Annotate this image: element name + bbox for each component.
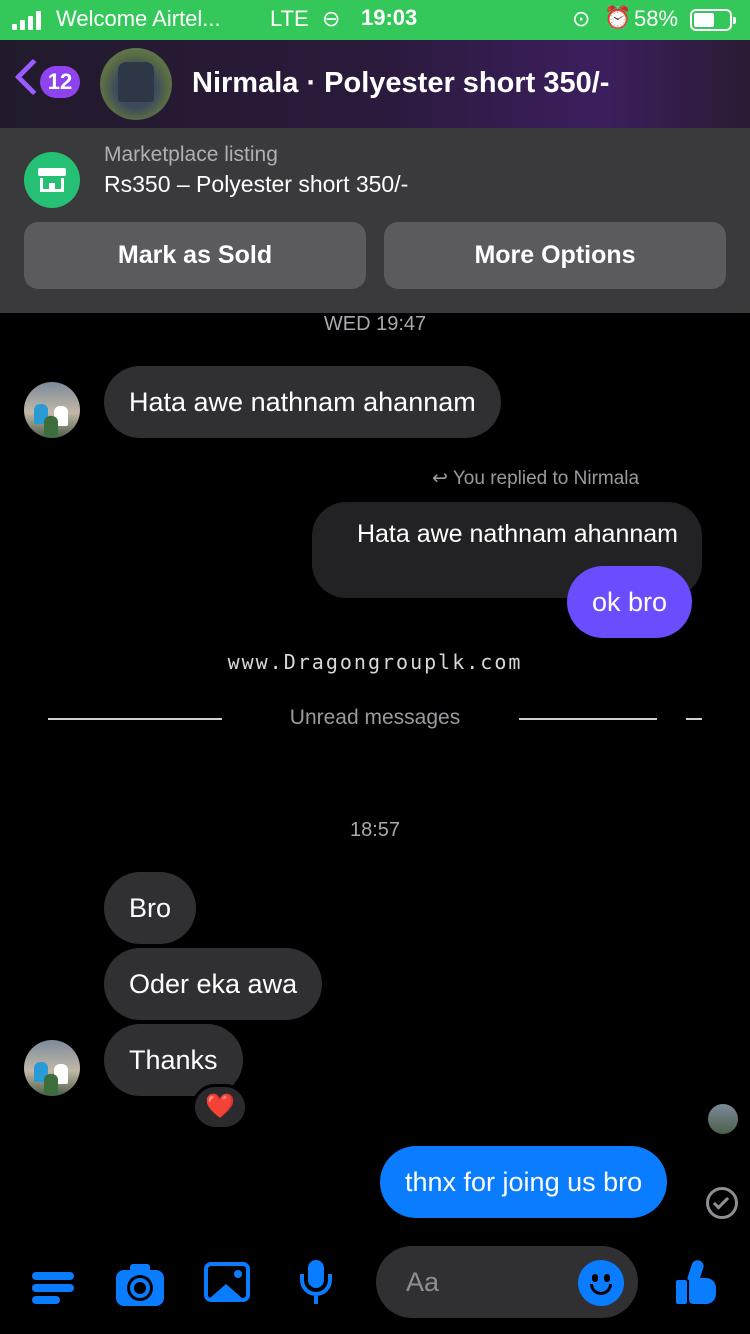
incoming-message[interactable]: Oder eka awa [104, 948, 323, 1020]
signal-icon [12, 10, 41, 30]
unread-count-badge: 12 [40, 66, 80, 98]
clock: 19:03 [361, 5, 418, 30]
battery-percent: 58% [634, 6, 679, 31]
status-bar: Welcome Airtel... LTE ⊖ 19:03 ⊙ ⏰ 58% [0, 0, 750, 40]
listing-avatar[interactable] [100, 48, 172, 120]
store-icon [24, 152, 80, 208]
timestamp: WED 19:47 [323, 313, 427, 335]
menu-icon[interactable] [30, 1258, 80, 1308]
more-options-button[interactable]: More Options [384, 222, 726, 289]
watermark-text: www.Dragongrouplk.com [227, 650, 523, 674]
outgoing-message[interactable]: thnx for joing us bro [380, 1146, 668, 1218]
incoming-message[interactable]: Hata awe nathnam ahannam [104, 366, 501, 438]
replied-text: You replied to Nirmala [452, 468, 640, 489]
divider-end [686, 718, 702, 720]
timestamp: 18:57 [349, 819, 401, 841]
divider-right [519, 718, 657, 720]
contact-avatar[interactable] [24, 382, 80, 438]
link-icon: ⊖ [322, 6, 341, 31]
camera-icon[interactable] [116, 1258, 166, 1308]
carrier-name: Welcome Airtel... [56, 6, 221, 31]
back-button[interactable]: 12 [14, 58, 84, 106]
image-icon[interactable] [204, 1258, 254, 1308]
reply-arrow-icon: ↩ [432, 468, 448, 489]
chat-title[interactable]: Nirmala · Polyester short 350/- [192, 67, 609, 100]
heart-reaction[interactable]: ❤️ [192, 1084, 248, 1130]
network-type: LTE [270, 6, 309, 31]
alarm-icon: ⏰ [604, 5, 632, 30]
listing-label: Marketplace listing [104, 143, 278, 166]
microphone-icon[interactable] [292, 1258, 342, 1308]
mark-as-sold-button[interactable]: Mark as Sold [24, 222, 366, 289]
incoming-message[interactable]: Bro [104, 872, 197, 944]
emoji-icon[interactable] [578, 1260, 624, 1306]
delivered-check-icon [706, 1187, 738, 1219]
contact-avatar[interactable] [24, 1040, 80, 1096]
seen-avatar [708, 1104, 738, 1134]
rotation-lock-icon: ⊙ [572, 6, 591, 31]
marketplace-listing-banner: Marketplace listing Rs350 – Polyester sh… [0, 128, 750, 313]
listing-title[interactable]: Rs350 – Polyester short 350/- [104, 171, 408, 198]
composer-bar [0, 1240, 750, 1334]
battery-icon [690, 9, 736, 31]
outgoing-message[interactable]: ok bro [567, 566, 693, 638]
thumbs-up-icon[interactable] [672, 1258, 722, 1308]
chat-header: 12 Nirmala · Polyester short 350/- [0, 40, 750, 128]
replied-label: ↩ You replied to Nirmala [432, 467, 639, 490]
